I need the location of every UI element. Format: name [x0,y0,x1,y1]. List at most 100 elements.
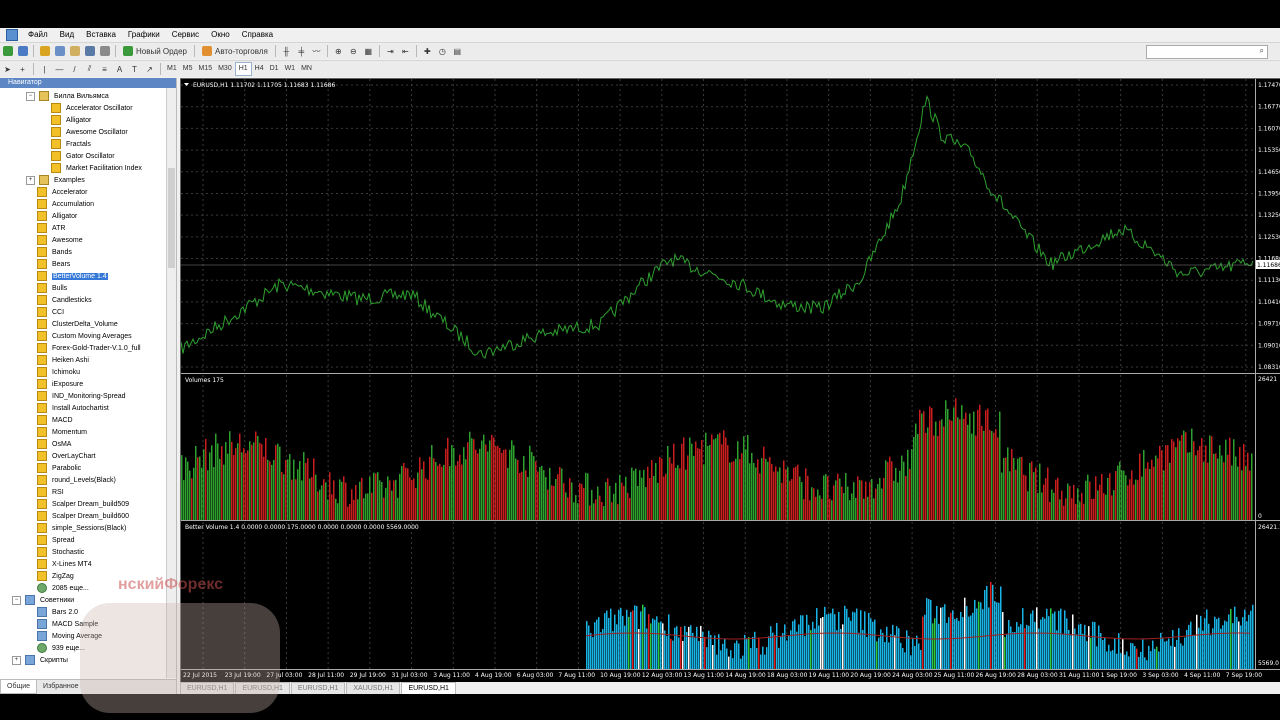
bar-chart-icon[interactable]: ╫ [280,45,293,58]
autotrade-button[interactable]: Авто-торговля [199,45,271,58]
navigator-item[interactable]: Ichimoku [37,366,80,378]
timeframe-h1[interactable]: H1 [234,62,252,76]
navigator-item[interactable]: OsMA [37,438,71,450]
chart-canvas[interactable]: 1.17470 1.16770 1.16070 1.15350 1.14650 1.139… [180,79,1280,685]
timeframe-d1[interactable]: D1 [267,63,282,75]
timeframe-h4[interactable]: H4 [252,63,267,75]
navigator-item[interactable]: Spread [37,534,75,546]
arrows-icon[interactable]: ↗ [143,63,156,76]
navigator-item[interactable]: 939 еще... [37,642,85,654]
navigator-item[interactable]: − Советники [12,594,74,606]
navigator-item[interactable]: Bars 2.0 [37,606,78,618]
navigator-item[interactable]: Scalper Dream_build509 [37,498,129,510]
scrollbar-thumb[interactable] [168,168,175,268]
tab-common[interactable]: Общие [0,680,38,694]
navigator-item[interactable]: Accumulation [37,198,94,210]
expand-icon[interactable]: + [26,175,35,185]
navigator-item[interactable]: MACD [37,414,73,426]
navigator-item[interactable]: Awesome [37,234,83,246]
navigator-item[interactable]: + Examples [26,174,85,186]
menu-insert[interactable]: Вставка [80,28,122,42]
navigator-item[interactable]: Install Autochartist [37,402,109,414]
expand-icon[interactable]: + [12,655,21,665]
timeframe-m30[interactable]: M30 [215,63,235,75]
navigator-item[interactable]: ATR [37,222,65,234]
templates-icon[interactable]: ▤ [451,45,464,58]
navigator-item[interactable]: CCI [37,306,64,318]
chart-window[interactable]: 1.17470 1.16770 1.16070 1.15350 1.14650 1.139… [180,78,1280,686]
new-order-button[interactable]: Новый Ордер [120,45,190,58]
profiles-icon[interactable] [16,45,29,58]
tab-favorites[interactable]: Избранное [37,680,84,694]
navigator-item[interactable]: Accelerator Oscillator [51,102,133,114]
timeframe-m5[interactable]: M5 [180,63,196,75]
navigator-item[interactable]: Stochastic [37,546,84,558]
navigator-item[interactable]: iExposure [37,378,83,390]
autoscroll-icon[interactable]: ⇥ [384,45,397,58]
chart-tab[interactable]: EURUSD,H1 [401,682,456,694]
menu-charts[interactable]: Графики [122,28,166,42]
navigator-item[interactable]: ClusterDelta_Volume [37,318,118,330]
label-icon[interactable]: T [128,63,141,76]
menu-tools[interactable]: Сервис [166,28,205,42]
navigator-item[interactable]: IND_Monitoring-Spread [37,390,126,402]
menu-window[interactable]: Окно [205,28,236,42]
navigator-item[interactable]: Candlesticks [37,294,92,306]
navigator-item[interactable]: Market Facilitation Index [51,162,142,174]
terminal-icon[interactable] [83,45,96,58]
navigator-item[interactable]: ZigZag [37,570,74,582]
navigator-item[interactable]: round_Levels(Black) [37,474,116,486]
horizontal-line-icon[interactable]: — [53,63,66,76]
navigator-item[interactable]: Alligator [51,114,91,126]
navigator-item[interactable]: Accelerator [37,186,87,198]
market-watch-icon[interactable] [38,45,51,58]
navigator-item[interactable]: Bears [37,258,70,270]
navigator-item[interactable]: RSI [37,486,64,498]
timeframe-w1[interactable]: W1 [282,63,299,75]
navigator-item[interactable]: Awesome Oscillator [51,126,128,138]
cursor-icon[interactable]: ➤ [1,63,14,76]
navigator-item[interactable]: OverLayChart [37,450,96,462]
collapse-icon[interactable]: − [26,91,35,101]
new-chart-icon[interactable] [1,45,14,58]
navigator-item[interactable]: Alligator [37,210,77,222]
search-input[interactable]: ⌕ [1146,45,1268,59]
line-chart-icon[interactable]: 〰 [310,45,323,58]
navigator-item[interactable]: BetterVolume 1.4 [37,270,108,282]
menu-help[interactable]: Справка [236,28,279,42]
navigator-item[interactable]: Fractals [51,138,91,150]
candles-icon[interactable]: ╪ [295,45,308,58]
chart-tab[interactable]: EURUSD,H1 [290,682,346,694]
tester-icon[interactable] [98,45,111,58]
navigator-item[interactable]: simple_Sessions(Black) [37,522,126,534]
periods-icon[interactable]: ◷ [436,45,449,58]
trendline-icon[interactable]: / [68,63,81,76]
tile-windows-icon[interactable]: ▦ [362,45,375,58]
navigator-icon[interactable] [68,45,81,58]
collapse-icon[interactable]: − [12,595,21,605]
timeframe-m15[interactable]: M15 [195,63,215,75]
zoom-in-icon[interactable]: ⊕ [332,45,345,58]
navigator-item[interactable]: Forex-Gold-Trader-V.1.0_full [37,342,141,354]
chart-shift-icon[interactable]: ⇤ [399,45,412,58]
navigator-item[interactable]: Heiken Ashi [37,354,89,366]
navigator-item[interactable]: − Билла Вильямса [26,90,109,102]
navigator-item[interactable]: Momentum [37,426,87,438]
navigator-item[interactable]: Scalper Dream_build600 [37,510,129,522]
timeframe-m1[interactable]: M1 [164,63,180,75]
menu-view[interactable]: Вид [54,28,80,42]
navigator-item[interactable]: X-Lines MT4 [37,558,92,570]
data-window-icon[interactable] [53,45,66,58]
fibonacci-icon[interactable]: ≡ [98,63,111,76]
navigator-item[interactable]: + Скрипты [12,654,68,666]
navigator-item[interactable]: Gator Oscillator [51,150,115,162]
crosshair-icon[interactable]: + [16,63,29,76]
chart-tab[interactable]: XAUUSD,H1 [346,682,401,694]
indicators-icon[interactable]: ✚ [421,45,434,58]
navigator-item[interactable]: 2085 еще... [37,582,89,594]
navigator-item[interactable]: Parabolic [37,462,81,474]
navigator-item[interactable]: Bands [37,246,72,258]
timeframe-mn[interactable]: MN [298,63,315,75]
vertical-line-icon[interactable]: | [38,63,51,76]
text-icon[interactable]: A [113,63,126,76]
